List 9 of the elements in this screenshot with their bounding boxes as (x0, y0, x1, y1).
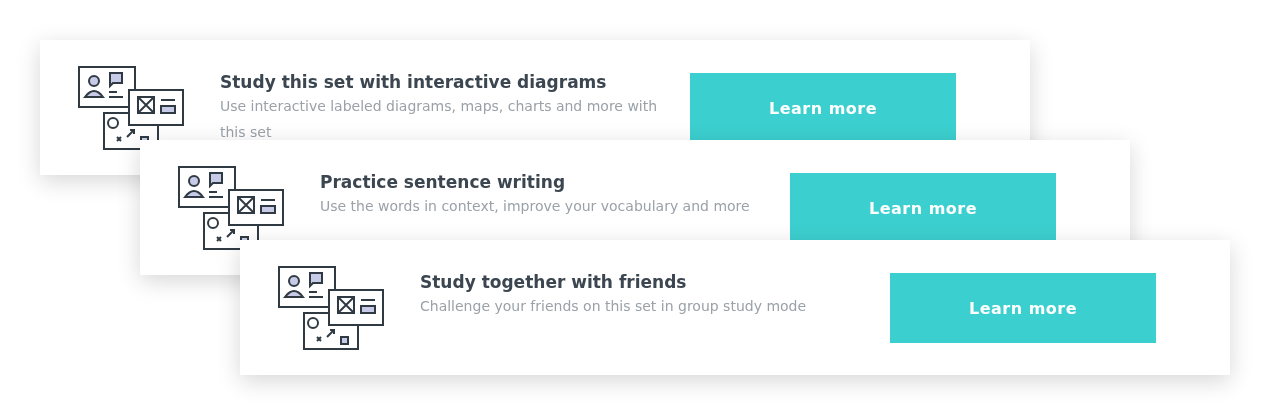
card-description: Use the words in context, improve your vocabulary and more (320, 197, 751, 216)
card-description: Use interactive labeled diagrams, maps, charts and more with this set (220, 97, 659, 142)
learn-more-button[interactable]: Learn more (890, 273, 1156, 343)
card-title: Practice sentence writing (320, 172, 567, 192)
card-title: Study together with friends (420, 272, 688, 292)
card-title: Study this set with interactive diagrams (220, 72, 608, 92)
learn-more-button[interactable]: Learn more (790, 173, 1056, 243)
learn-more-button[interactable]: Learn more (690, 73, 956, 143)
card-description: Challenge your friends on this set in group study mode (420, 297, 808, 316)
